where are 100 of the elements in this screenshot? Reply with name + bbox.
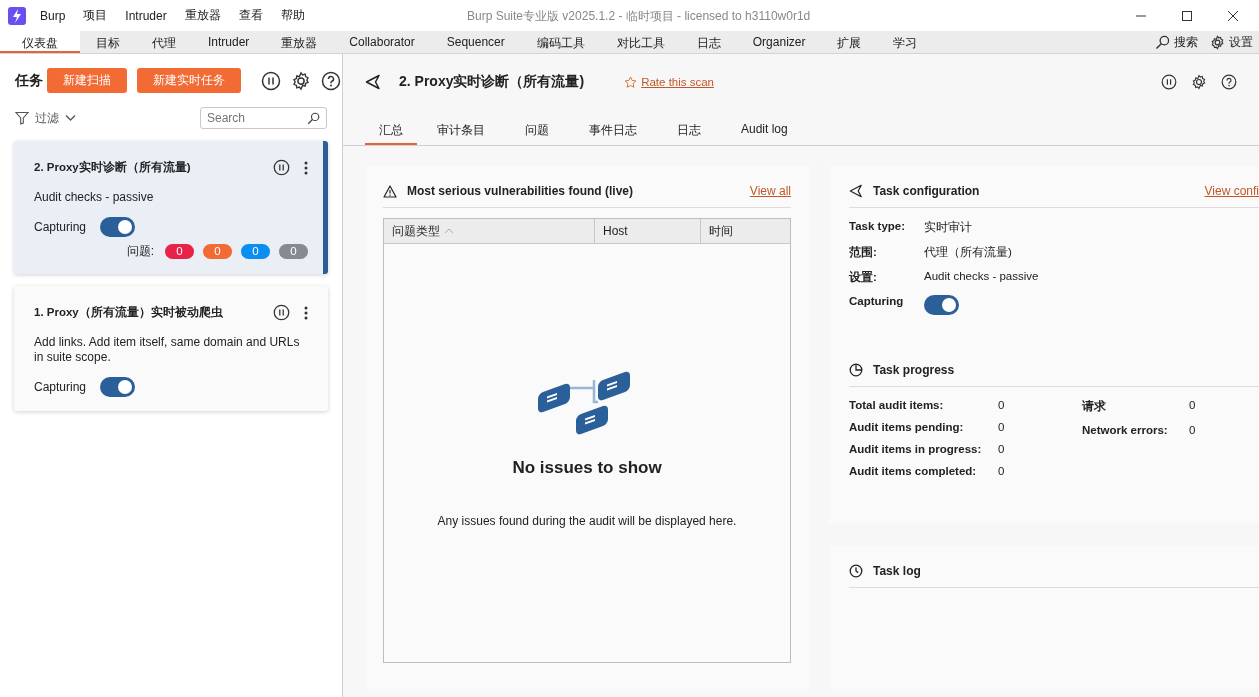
detail-tab[interactable]: 问题 xyxy=(505,122,569,145)
issue-count-badge: 0 xyxy=(203,244,232,259)
search-field[interactable]: Search xyxy=(200,107,327,129)
field-label: Capturing xyxy=(849,295,905,309)
stat-value: 0 xyxy=(998,399,1006,411)
capturing-label: Capturing xyxy=(34,220,87,234)
tool-tab[interactable]: 扩展 xyxy=(821,31,878,53)
tool-tab[interactable]: Organizer xyxy=(736,31,822,53)
help-icon[interactable] xyxy=(321,70,341,91)
stat-value: 0 xyxy=(1189,424,1197,436)
tool-tab[interactable]: 学习 xyxy=(877,31,934,53)
tool-tab[interactable]: 仪表盘 xyxy=(0,31,80,53)
issues-label: 问题: xyxy=(126,243,154,260)
stat-label: 请求 xyxy=(1082,399,1107,414)
filter-dropdown[interactable]: 过滤 xyxy=(15,109,76,127)
tool-tab[interactable]: 编码工具 xyxy=(520,31,601,53)
stat-label: Network errors: xyxy=(1082,424,1169,436)
pause-icon[interactable] xyxy=(1161,74,1177,90)
search-icon xyxy=(1155,34,1170,50)
clock-icon xyxy=(849,564,863,578)
settings-icon[interactable] xyxy=(291,70,311,91)
stat-value: 0 xyxy=(998,465,1006,477)
search-button[interactable]: 搜索 xyxy=(1149,31,1204,53)
stat-value: 0 xyxy=(1189,399,1197,413)
section-title: Most serious vulnerabilities found (live) xyxy=(407,184,634,198)
task-card[interactable]: 1. Proxy（所有流量）实时被动爬虫 Add links. Add item itself, same domain and URLs in suite scope. Capturing xyxy=(14,286,328,411)
capturing-toggle[interactable] xyxy=(100,217,136,237)
field-value: 实时审计 xyxy=(924,220,973,235)
tool-tab[interactable]: 代理 xyxy=(136,31,192,53)
detail-tab[interactable]: 汇总 xyxy=(365,122,417,145)
field-label: Task type: xyxy=(849,220,907,234)
task-card[interactable]: 2. Proxy实时诊断（所有流量) Audit checks - passive Capturing 问题: 0 0 0 0 xyxy=(14,141,328,274)
pointer-icon xyxy=(365,74,381,90)
column-header[interactable]: 时间 xyxy=(701,219,790,243)
task-title: 1. Proxy（所有流量）实时被动爬虫 xyxy=(34,305,224,320)
field-label: 范围: xyxy=(849,245,878,260)
stat-label: Audit items in progress: xyxy=(849,443,983,455)
view-config-link[interactable]: View confi xyxy=(1204,184,1259,198)
field-value: 代理（所有流量) xyxy=(924,245,1013,260)
detail-tab[interactable]: 日志 xyxy=(657,122,721,145)
menu-item[interactable]: Burp xyxy=(40,8,66,23)
issue-count-badge: 0 xyxy=(165,244,194,259)
issue-count-badge: 0 xyxy=(279,244,308,259)
pause-icon[interactable] xyxy=(273,304,290,321)
menu-item[interactable]: 帮助 xyxy=(280,7,305,24)
pause-icon[interactable] xyxy=(273,159,290,176)
maximize-icon[interactable] xyxy=(1181,9,1193,22)
column-header[interactable]: 问题类型 xyxy=(384,219,595,243)
pie-chart-icon xyxy=(849,363,863,377)
more-options-icon[interactable] xyxy=(304,160,308,175)
detail-tab[interactable]: Audit log xyxy=(721,122,808,145)
tool-tab[interactable]: Intruder xyxy=(192,31,266,53)
capturing-toggle[interactable] xyxy=(924,295,959,315)
empty-state-text: Any issues found during the audit will be displayed here. xyxy=(437,514,737,528)
section-title: Task configuration xyxy=(873,184,980,198)
tool-tab[interactable]: Collaborator xyxy=(333,31,431,53)
tool-tab[interactable]: 日志 xyxy=(680,31,737,53)
settings-icon xyxy=(1210,34,1225,50)
task-title: 2. Proxy实时诊断（所有流量) xyxy=(34,160,192,175)
stat-label: Audit items pending: xyxy=(849,421,965,433)
stat-value: 0 xyxy=(998,443,1006,455)
app-logo-icon xyxy=(8,6,26,25)
tool-tab[interactable]: 重放器 xyxy=(265,31,334,53)
settings-button[interactable]: 设置 xyxy=(1204,31,1259,53)
pause-icon[interactable] xyxy=(261,70,281,91)
capturing-toggle[interactable] xyxy=(100,377,136,397)
help-icon[interactable] xyxy=(1221,74,1237,90)
pointer-icon xyxy=(849,184,863,198)
task-detail-title: 2. Proxy实时诊断（所有流量) xyxy=(399,73,585,91)
star-icon xyxy=(624,75,638,89)
view-all-link[interactable]: View all xyxy=(749,184,791,198)
field-value: Audit checks - passive xyxy=(924,270,1040,284)
stat-label: Audit items completed: xyxy=(849,465,978,477)
settings-icon[interactable] xyxy=(1191,74,1207,90)
detail-tab[interactable]: 审计条目 xyxy=(417,122,505,145)
column-header[interactable]: Host xyxy=(595,219,701,243)
warning-icon xyxy=(383,184,397,198)
field-label: 设置: xyxy=(849,270,878,285)
tool-tab[interactable]: 对比工具 xyxy=(600,31,681,53)
sort-caret-icon xyxy=(444,228,454,234)
menu-item[interactable]: 重放器 xyxy=(184,7,221,24)
menu-item[interactable]: 项目 xyxy=(83,7,108,24)
menu-item[interactable]: Intruder xyxy=(125,8,167,23)
search-icon[interactable] xyxy=(307,112,320,125)
section-title: Task progress xyxy=(873,363,955,377)
capturing-label: Capturing xyxy=(34,380,87,394)
task-description: Add links. Add item itself, same domain and URLs in suite scope. xyxy=(34,335,301,365)
menu-item[interactable]: 查看 xyxy=(238,7,263,24)
task-description: Audit checks - passive xyxy=(34,190,155,205)
close-icon[interactable] xyxy=(1227,9,1239,22)
tool-tab[interactable]: Sequencer xyxy=(430,31,521,53)
stat-value: 0 xyxy=(998,421,1006,433)
detail-tab[interactable]: 事件日志 xyxy=(569,122,657,145)
empty-state-title: No issues to show xyxy=(512,458,662,478)
more-options-icon[interactable] xyxy=(304,305,308,320)
rate-scan-link[interactable]: Rate this scan xyxy=(624,75,714,89)
stat-label: Total audit items: xyxy=(849,399,945,411)
chevron-down-icon xyxy=(65,114,76,122)
tool-tab[interactable]: 目标 xyxy=(80,31,136,53)
panel-title: 任务 xyxy=(15,71,43,90)
